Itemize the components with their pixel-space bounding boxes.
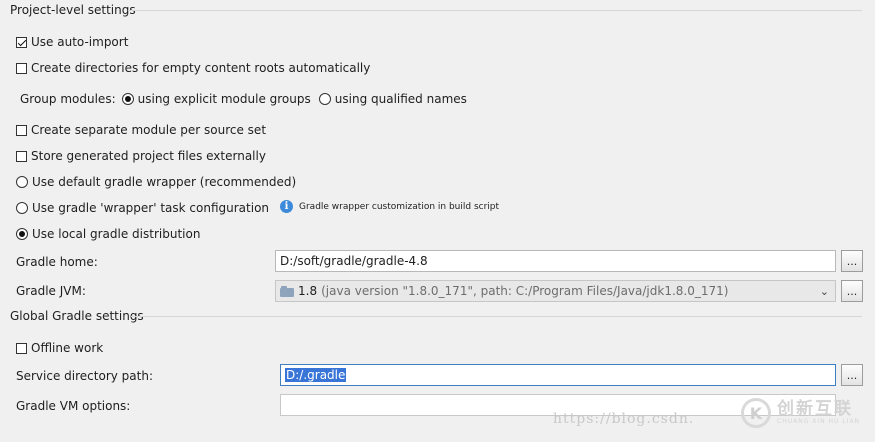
project-settings-divider: [128, 10, 862, 11]
radio-icon[interactable]: [16, 228, 28, 240]
checkbox-icon[interactable]: [16, 36, 27, 48]
gradle-jvm-select[interactable]: 1.8 (java version "1.8.0_171", path: C:/…: [275, 280, 836, 302]
radio-icon[interactable]: [16, 202, 28, 214]
checkbox-icon[interactable]: [16, 62, 27, 74]
watermark-logo: K 创新互联 CHUANG XIN HU LIAN: [741, 398, 860, 428]
gradle-jvm-detail: (java version "1.8.0_171", path: C:/Prog…: [321, 284, 729, 298]
local-distribution-radio[interactable]: Use local gradle distribution: [16, 227, 200, 241]
service-dir-browse-button[interactable]: ...: [841, 364, 863, 386]
store-external-checkbox[interactable]: Store generated project files externally: [16, 149, 266, 163]
explicit-groups-label[interactable]: using explicit module groups: [138, 92, 311, 106]
service-dir-label: Service directory path:: [16, 369, 153, 383]
gradle-jvm-browse-button[interactable]: ...: [841, 280, 863, 302]
watermark-brand-sub: CHUANG XIN HU LIAN: [777, 418, 861, 426]
wrapper-info-text: Gradle wrapper customization in build sc…: [299, 201, 500, 212]
service-dir-input[interactable]: D:/.gradle: [280, 364, 836, 386]
wrapper-task-label: Use gradle 'wrapper' task configuration: [32, 201, 270, 215]
watermark-brand: 创新互联: [777, 399, 853, 420]
global-settings-divider: [131, 316, 862, 317]
chevron-down-icon[interactable]: ⌄: [820, 285, 829, 298]
project-settings-title: Project-level settings: [10, 3, 136, 17]
gradle-jvm-version: 1.8: [298, 284, 318, 298]
wrapper-info-hint: i Gradle wrapper customization in build …: [280, 200, 499, 213]
offline-work-label: Offline work: [31, 341, 104, 355]
create-directories-label: Create directories for empty content roo…: [31, 61, 371, 75]
watermark-logo-icon: K: [741, 398, 771, 428]
info-icon: i: [280, 200, 293, 213]
qualified-names-label[interactable]: using qualified names: [335, 92, 467, 106]
service-dir-value: D:/.gradle: [285, 368, 347, 382]
group-modules-label: Group modules:: [20, 92, 116, 106]
explicit-groups-radio[interactable]: [121, 93, 134, 105]
use-auto-import-checkbox[interactable]: Use auto-import: [16, 35, 128, 49]
gradle-home-value: D:/soft/gradle/gradle-4.8: [280, 254, 428, 268]
radio-icon[interactable]: [16, 176, 28, 188]
default-wrapper-radio[interactable]: Use default gradle wrapper (recommended): [16, 175, 296, 189]
vm-options-label: Gradle VM options:: [16, 399, 131, 413]
create-directories-checkbox[interactable]: Create directories for empty content roo…: [16, 61, 370, 75]
separate-module-checkbox[interactable]: Create separate module per source set: [16, 123, 266, 137]
gradle-home-input[interactable]: D:/soft/gradle/gradle-4.8: [275, 250, 836, 272]
qualified-names-radio[interactable]: [318, 93, 331, 105]
store-external-label: Store generated project files externally: [31, 149, 266, 163]
watermark-url: https://blog.csdn.: [553, 411, 695, 427]
wrapper-task-radio[interactable]: Use gradle 'wrapper' task configuration: [16, 201, 269, 215]
local-distribution-label: Use local gradle distribution: [32, 227, 201, 241]
group-modules-row: Group modules: using explicit module gro…: [20, 92, 467, 106]
checkbox-icon[interactable]: [16, 150, 27, 162]
gradle-home-browse-button[interactable]: ...: [841, 250, 863, 272]
use-auto-import-label: Use auto-import: [31, 35, 129, 49]
separate-module-label: Create separate module per source set: [31, 123, 267, 137]
offline-work-checkbox[interactable]: Offline work: [16, 341, 103, 355]
gradle-jvm-label: Gradle JVM:: [16, 284, 86, 298]
global-settings-title: Global Gradle settings: [10, 309, 144, 323]
checkbox-icon[interactable]: [16, 342, 27, 354]
checkbox-icon[interactable]: [16, 124, 27, 136]
gradle-home-label: Gradle home:: [16, 255, 98, 269]
jdk-folder-icon: [280, 285, 294, 297]
default-wrapper-label: Use default gradle wrapper (recommended): [32, 175, 297, 189]
